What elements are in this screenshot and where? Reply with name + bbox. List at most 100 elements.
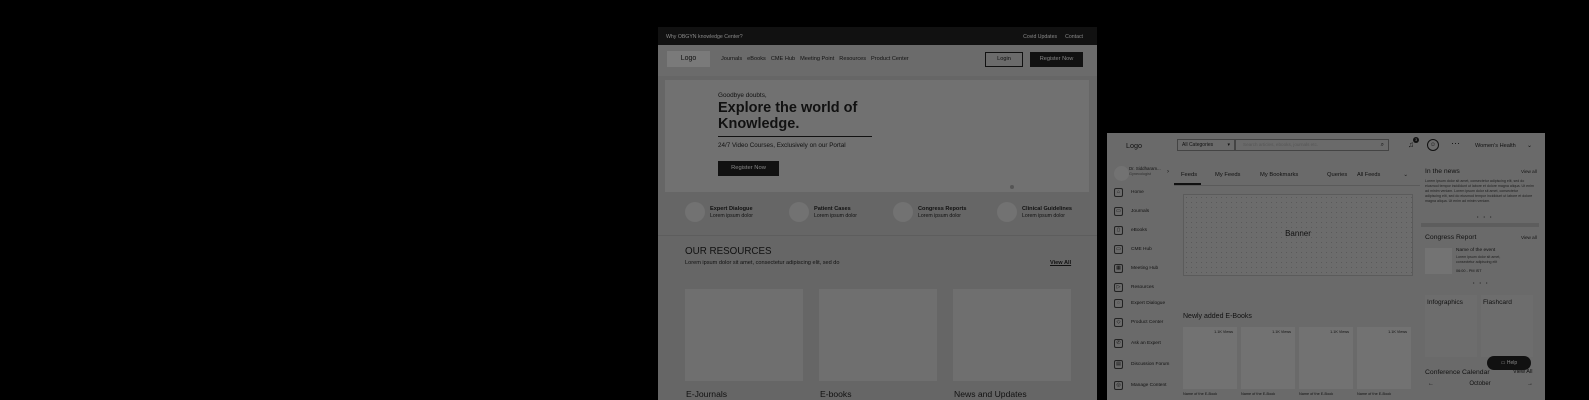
resource-card-ebooks[interactable] (819, 289, 937, 381)
sidebar-item-resources[interactable]: ▷ Resources (1114, 281, 1154, 293)
avatar[interactable] (1114, 166, 1129, 181)
why-link[interactable]: Why OBGYN knowledge Center? (666, 34, 743, 40)
chevron-down-icon: ⌄ (1403, 172, 1408, 178)
flashcard-card[interactable]: Flashcard (1481, 295, 1533, 357)
nav-cme-hub[interactable]: CME Hub (771, 56, 795, 62)
flashcard-heading: Flashcard (1483, 299, 1512, 306)
covid-updates-link[interactable]: Covid Updates (1023, 34, 1057, 40)
ebook-name: Name of the E-Book (1241, 392, 1276, 396)
help-button[interactable]: ▭ Help (1487, 356, 1531, 370)
chat-bubble-icon: ▭ (1500, 360, 1506, 366)
ebook-icon: ▯ (1114, 225, 1123, 235)
ebook-card[interactable]: 1.1K Views (1183, 327, 1237, 389)
nav-journals[interactable]: Journals (721, 56, 742, 62)
chat-icon: ◌ (1114, 298, 1123, 308)
dashboard-artboard: Logo All Categories ▾ Search articles, e… (1107, 133, 1545, 400)
calendar-month: October (1469, 381, 1491, 387)
phone-icon: ✆ (1114, 338, 1123, 348)
chevron-right-icon[interactable]: › (1167, 169, 1169, 175)
more-options-icon[interactable]: ⋯ (1451, 138, 1460, 149)
tab-queries[interactable]: Queries (1327, 172, 1347, 178)
login-button[interactable]: Login (985, 52, 1023, 67)
news-body: Lorem ipsum dolor sit amet, consectetur … (1425, 179, 1534, 203)
resource-label-ebooks: E-books (820, 389, 852, 399)
logo[interactable]: Logo (1126, 141, 1142, 150)
notification-badge: 3 (1413, 137, 1419, 143)
category-title: Clinical Guidelines (1022, 206, 1073, 212)
category-icon (685, 202, 705, 222)
sidebar-item-discussion-forum[interactable]: ▤ Discussion Forum (1114, 358, 1169, 370)
all-feeds-select[interactable]: All Feeds ⌄ (1351, 168, 1412, 182)
hero-underline (718, 136, 872, 137)
contact-link[interactable]: Contact (1065, 34, 1083, 40)
profile-name: Dr. Siddharam... (1129, 166, 1161, 171)
search-icon[interactable]: ⌕ (1381, 140, 1384, 150)
sidebar-item-manage-content[interactable]: ◎ Manage Content (1114, 379, 1166, 391)
journal-icon: ▭ (1114, 206, 1123, 216)
ebook-views: 1.1K Views (1388, 330, 1407, 334)
resource-card-ejournals[interactable] (685, 289, 803, 381)
nav-product-center[interactable]: Product Center (871, 56, 909, 62)
banner[interactable]: Banner (1183, 194, 1413, 276)
arrow-right-icon[interactable]: → (1527, 381, 1533, 387)
arrow-left-icon[interactable]: ← (1428, 381, 1434, 387)
search-input[interactable]: Search articles, ebooks, journals etc. ⌕ (1235, 139, 1389, 151)
tab-my-bookmarks[interactable]: My Bookmarks (1260, 172, 1298, 178)
register-now-button[interactable]: Register Now (1030, 52, 1083, 67)
sidebar-item-ebooks[interactable]: ▯ eBooks (1114, 224, 1147, 236)
category-select[interactable]: All Categories ▾ (1177, 139, 1235, 151)
tab-my-feeds[interactable]: My Feeds (1215, 172, 1240, 178)
main-navbar: Logo Journals eBooks CME Hub Meeting Poi… (658, 45, 1097, 76)
ebook-views: 1.1K Views (1214, 330, 1233, 334)
sidebar-item-journals[interactable]: ▭ Journals (1114, 205, 1149, 217)
carousel-dots[interactable]: • • • (1473, 280, 1489, 285)
box-icon: ◇ (1114, 317, 1123, 327)
calendar-icon: ▦ (1114, 263, 1123, 273)
sidebar-item-expert-dialogue[interactable]: ◌ Expert Dialogue (1114, 297, 1165, 309)
congress-view-all-link[interactable]: View all (1521, 235, 1537, 240)
resource-card-news[interactable] (953, 289, 1071, 381)
top-info-bar: Why OBGYN knowledge Center? Covid Update… (658, 27, 1097, 45)
sidebar-item-home[interactable]: ⌂ Home (1114, 186, 1144, 198)
logo[interactable]: Logo (667, 51, 710, 67)
news-heading: In the news (1425, 168, 1460, 175)
ebooks-heading: Newly added E-Books (1183, 313, 1252, 320)
nav-resources[interactable]: Resources (839, 56, 866, 62)
category-title: Patient Cases (814, 206, 851, 212)
category-title: Congress Reports (918, 206, 967, 212)
ebook-card[interactable]: 1.1K Views (1357, 327, 1411, 389)
ebook-card[interactable]: 1.1K Views (1299, 327, 1353, 389)
sidebar-item-product-center[interactable]: ◇ Product Center (1114, 316, 1163, 328)
infographics-card[interactable]: Infographics (1425, 295, 1477, 357)
nav-ebooks[interactable]: eBooks (747, 56, 766, 62)
event-title: Name of the event (1456, 248, 1496, 253)
carousel-dot[interactable] (1010, 185, 1014, 189)
resources-view-all-link[interactable]: View All (1050, 260, 1071, 266)
user-avatar-icon[interactable]: ☺ (1427, 139, 1439, 151)
category-sub: Lorem ipsum dolor (918, 213, 961, 219)
ebook-card[interactable]: 1.1K Views (1241, 327, 1295, 389)
carousel-dots[interactable]: • • • (1477, 214, 1493, 219)
nav-meeting-point[interactable]: Meeting Point (800, 56, 834, 62)
tab-feeds[interactable]: Feeds (1181, 172, 1197, 178)
event-description: Lorem ipsum dolor sit amet, consectetur … (1456, 255, 1501, 264)
nav-menu: Journals eBooks CME Hub Meeting Point Re… (721, 56, 909, 62)
sidebar-item-meeting-hub[interactable]: ▦ Meeting Hub (1114, 262, 1158, 274)
profile-role: Gynecologist (1129, 172, 1151, 176)
video-icon: ▷ (1114, 282, 1123, 292)
chevron-down-icon[interactable]: ⌄ (1527, 142, 1532, 149)
sidebar: Dr. Siddharam... Gynecologist › ⌂ Home ▭ J… (1107, 161, 1173, 400)
news-view-all-link[interactable]: View all (1521, 169, 1537, 174)
sidebar-item-cme-hub[interactable]: ▭ CME Hub (1114, 243, 1152, 255)
hero-register-button[interactable]: Register Now (718, 161, 779, 176)
congress-heading: Congress Report (1425, 234, 1477, 241)
landing-page-artboard: Why OBGYN knowledge Center? Covid Update… (658, 27, 1097, 400)
event-thumbnail[interactable] (1425, 248, 1452, 274)
event-time: 06:00 - PM IST (1456, 269, 1482, 273)
infographics-heading: Infographics (1427, 299, 1463, 306)
category-title: Expert Dialogue (710, 206, 753, 212)
forum-icon: ▤ (1114, 359, 1123, 369)
sidebar-item-ask-expert[interactable]: ✆ Ask an Expert (1114, 337, 1161, 349)
specialty-select[interactable]: Women's Health (1475, 143, 1516, 149)
resources-heading: OUR RESOURCES (685, 246, 772, 257)
